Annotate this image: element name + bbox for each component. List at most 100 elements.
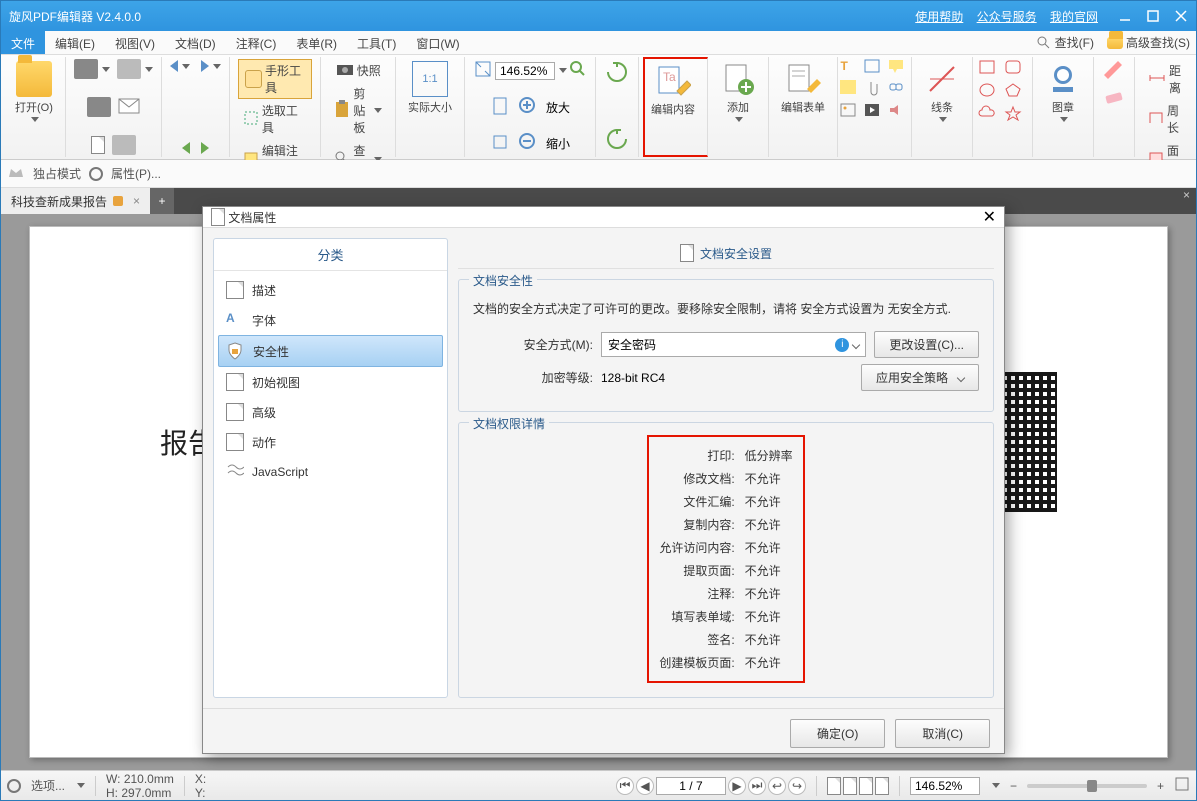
apply-policy-button[interactable]: 应用安全策略	[861, 364, 979, 391]
perimeter-button[interactable]: 周长	[1143, 99, 1186, 139]
clipboard-button[interactable]: 剪贴板	[329, 82, 387, 139]
image-icon[interactable]	[840, 103, 860, 120]
menu-edit[interactable]: 编辑(E)	[45, 31, 105, 54]
text-tool-icon[interactable]: T	[840, 59, 860, 76]
zoom-out-icon[interactable]	[518, 132, 538, 155]
textbox-icon[interactable]	[864, 59, 884, 76]
info-icon[interactable]: i	[835, 338, 849, 352]
rounded-rect-icon[interactable]	[1004, 59, 1026, 78]
change-settings-button[interactable]: 更改设置(C)...	[874, 331, 979, 358]
callout-icon[interactable]	[888, 59, 908, 76]
highlight-icon[interactable]	[840, 80, 856, 94]
category-advanced[interactable]: 高级	[218, 397, 443, 427]
security-method-combo[interactable]: 安全密码 i	[601, 332, 866, 357]
menu-annotation[interactable]: 注释(C)	[226, 31, 287, 54]
fit-width-icon[interactable]	[490, 96, 510, 119]
hand-tool-button[interactable]: 手形工具	[238, 59, 313, 99]
first-page-icon[interactable]: ⏮	[616, 777, 634, 795]
tab-close-icon[interactable]: ×	[133, 194, 140, 208]
document-tab[interactable]: 科技查新成果报告 ×	[1, 188, 150, 214]
redo-icon[interactable]	[201, 60, 209, 72]
page-input[interactable]	[656, 777, 726, 795]
cloud-shape-icon[interactable]	[978, 105, 1000, 124]
actual-size-button[interactable]: 1:1 实际大小	[404, 59, 456, 117]
find-icon[interactable]	[1035, 34, 1053, 52]
stamp-button[interactable]: 图章	[1041, 59, 1085, 124]
nav-back-icon[interactable]: ↩	[768, 777, 786, 795]
tabbar-close-all-icon[interactable]: ×	[1177, 188, 1196, 214]
snapshot-button[interactable]: 快照	[331, 59, 386, 82]
pencil-icon[interactable]	[1102, 59, 1126, 82]
edit-form-button[interactable]: 编辑表单	[777, 59, 829, 117]
attach-icon[interactable]	[864, 80, 884, 99]
facing-continuous-icon[interactable]	[875, 777, 889, 795]
category-actions[interactable]: 动作	[218, 427, 443, 457]
menu-find[interactable]: 查找(F)	[1055, 34, 1094, 51]
exclusive-mode-button[interactable]: 独占模式	[33, 165, 81, 182]
service-link[interactable]: 公众号服务	[977, 10, 1037, 24]
minimize-icon[interactable]	[1118, 9, 1132, 23]
scan-icon[interactable]	[117, 59, 141, 79]
zoom-apply-icon[interactable]	[569, 60, 587, 81]
maximize-icon[interactable]	[1146, 9, 1160, 23]
menu-file[interactable]: 文件	[1, 31, 45, 54]
circle-shape-icon[interactable]	[978, 82, 1000, 101]
prev-page-icon[interactable]: ◀	[636, 777, 654, 795]
fullscreen-icon[interactable]	[1174, 776, 1190, 795]
category-javascript[interactable]: JavaScript	[218, 457, 443, 487]
help-link[interactable]: 使用帮助	[915, 10, 963, 24]
sound-icon[interactable]	[888, 103, 908, 120]
zoom-slider[interactable]	[1027, 784, 1147, 788]
menu-form[interactable]: 表单(R)	[286, 31, 347, 54]
star-shape-icon[interactable]	[1004, 105, 1026, 124]
single-page-icon[interactable]	[827, 777, 841, 795]
distance-button[interactable]: 距离	[1143, 59, 1186, 99]
menu-window[interactable]: 窗口(W)	[406, 31, 469, 54]
undo-icon[interactable]	[170, 60, 178, 72]
video-icon[interactable]	[864, 103, 884, 120]
site-link[interactable]: 我的官网	[1050, 10, 1098, 24]
print-icon[interactable]	[74, 59, 98, 79]
menu-view[interactable]: 视图(V)	[105, 31, 165, 54]
menu-document[interactable]: 文档(D)	[165, 31, 226, 54]
facing-icon[interactable]	[859, 777, 873, 795]
zoom-in-icon[interactable]	[518, 96, 538, 119]
close-icon[interactable]	[1174, 9, 1188, 23]
polygon-shape-icon[interactable]	[1004, 82, 1026, 101]
link-icon[interactable]	[888, 80, 908, 99]
dialog-close-icon[interactable]: ✕	[983, 207, 996, 227]
rotate-ccw-icon[interactable]	[604, 126, 630, 155]
options-button[interactable]: 选项...	[31, 777, 65, 794]
next-page-icon[interactable]: ▶	[728, 777, 746, 795]
from-scanner-icon[interactable]	[112, 135, 136, 155]
blank-page-icon[interactable]	[91, 136, 105, 154]
nav-fwd-icon[interactable]: ↪	[788, 777, 806, 795]
new-tab-button[interactable]: +	[150, 188, 174, 214]
category-security[interactable]: 安全性	[218, 335, 443, 367]
continuous-icon[interactable]	[843, 777, 857, 795]
menu-advanced-find[interactable]: 高级查找(S)	[1126, 34, 1190, 51]
rotate-cw-icon[interactable]	[604, 59, 630, 88]
ok-button[interactable]: 确定(O)	[790, 719, 885, 748]
eraser-icon[interactable]	[1102, 88, 1126, 109]
last-page-icon[interactable]: ⏭	[748, 777, 766, 795]
email-icon[interactable]	[118, 98, 140, 117]
edit-content-button[interactable]: Ta 编辑内容	[647, 61, 699, 119]
menu-tools[interactable]: 工具(T)	[347, 31, 406, 54]
open-button[interactable]: 打开(O)	[11, 59, 57, 124]
status-zoom-out-icon[interactable]: −	[1010, 779, 1017, 793]
forward-icon[interactable]	[201, 142, 209, 154]
advanced-find-icon[interactable]	[1106, 34, 1124, 52]
back-icon[interactable]	[182, 142, 190, 154]
status-zoom-in-icon[interactable]: +	[1157, 779, 1164, 793]
add-button[interactable]: 添加	[716, 59, 760, 124]
lines-button[interactable]: 线条	[920, 59, 964, 124]
printer-icon[interactable]	[87, 97, 111, 117]
zoom-input[interactable]	[495, 62, 555, 80]
cancel-button[interactable]: 取消(C)	[895, 719, 990, 748]
properties-button[interactable]: 属性(P)...	[111, 165, 161, 182]
category-description[interactable]: 描述	[218, 275, 443, 305]
fit-icon[interactable]	[473, 59, 493, 82]
category-fonts[interactable]: A字体	[218, 305, 443, 335]
fit-page-icon[interactable]	[490, 132, 510, 155]
